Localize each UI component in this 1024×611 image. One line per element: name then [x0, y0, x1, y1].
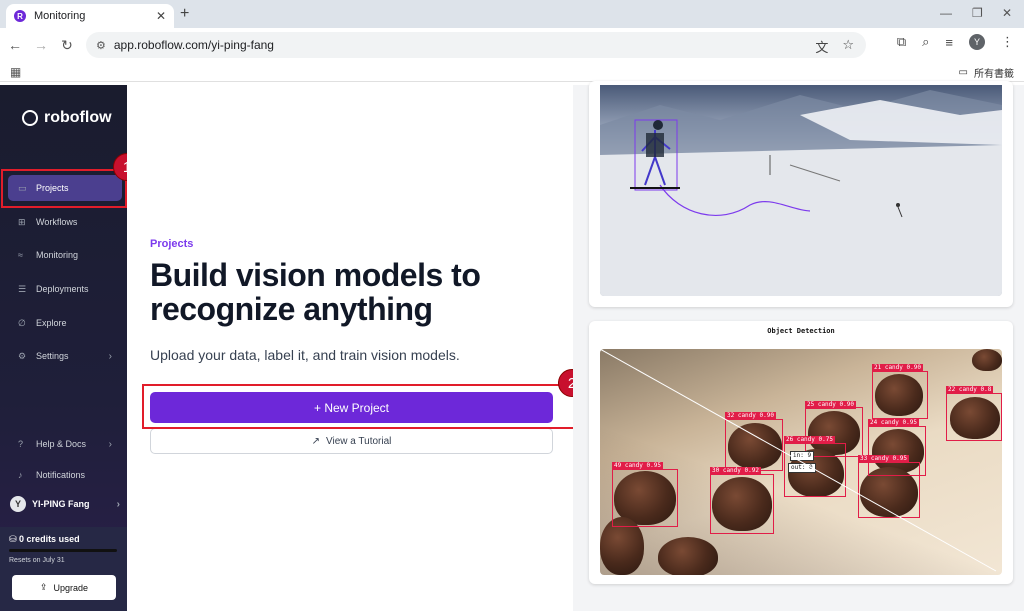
external-link-icon: ↗	[311, 435, 320, 447]
window-close-icon[interactable]: ✕	[1002, 6, 1012, 20]
sidebar-item-workflows[interactable]: ⊞ Workflows	[8, 209, 122, 235]
credits-progress-bar	[9, 549, 117, 552]
compass-icon: ∅	[18, 317, 26, 328]
upgrade-label: Upgrade	[53, 582, 89, 593]
sidebar-item-label: Monitoring	[36, 250, 79, 260]
translate-icon[interactable]: 文	[815, 37, 828, 56]
back-icon[interactable]: ←	[4, 37, 26, 53]
sidebar-item-label: Help & Docs	[36, 439, 87, 449]
browser-tab[interactable]: R Monitoring ✕	[6, 4, 174, 28]
page-title: Build vision models to recognize anythin…	[150, 257, 481, 327]
apps-grid-icon[interactable]: ▦	[10, 65, 21, 79]
chevron-right-icon: ›	[108, 350, 112, 362]
sidebar-item-label: Settings	[36, 351, 69, 361]
roboflow-logo-icon	[22, 110, 38, 126]
address-bar[interactable]: ⚙ app.roboflow.com/yi-ping-fang 文 ☆	[86, 32, 866, 58]
card-title: Object Detection	[767, 327, 835, 335]
lens-icon[interactable]: ⌕	[922, 34, 929, 50]
extensions-icon[interactable]: ⧉	[897, 34, 906, 50]
browser-titlebar: R Monitoring ✕ + — ❐ ✕	[0, 0, 1024, 28]
browser-toolbar: ← → ↻ ⚙ app.roboflow.com/yi-ping-fang 文 …	[0, 28, 1024, 62]
bookmarks-bar: ▦ ▭ 所有書籤	[0, 62, 1024, 82]
brand-name: roboflow	[44, 109, 112, 126]
restore-icon[interactable]: ❐	[972, 6, 983, 20]
ski-scene	[600, 90, 1002, 296]
counting-line	[600, 349, 997, 572]
minimize-icon[interactable]: —	[940, 6, 952, 20]
chart-icon: ≈	[18, 250, 23, 260]
upgrade-button[interactable]: ⇪ Upgrade	[12, 575, 116, 600]
tab-title: Monitoring	[34, 10, 86, 22]
credits-used-text: 0 credits used	[19, 534, 80, 544]
close-icon[interactable]: ✕	[156, 9, 166, 23]
bookmark-star-icon[interactable]: ☆	[842, 37, 854, 56]
preview-panel: Object Detection 21 candy 0.90 22 candy …	[573, 81, 1024, 611]
highlight-projects	[1, 169, 127, 208]
candy-preview-image: 21 candy 0.90 22 candy 0.8 32 candy 0.90…	[600, 349, 1002, 575]
sidebar-item-notifications[interactable]: ♪ Notifications	[8, 462, 122, 488]
bookmark-folder-label: 所有書籤	[974, 69, 1014, 80]
workflow-icon: ⊞	[18, 216, 26, 227]
chevron-right-icon: ›	[116, 498, 120, 510]
chevron-right-icon: ›	[108, 438, 112, 450]
server-icon: ☰	[18, 283, 27, 294]
gear-icon: ⚙	[18, 350, 27, 361]
sidebar-item-help-docs[interactable]: ? Help & Docs ›	[8, 431, 122, 457]
forward-icon[interactable]: →	[30, 37, 52, 53]
highlight-new-project	[142, 384, 575, 429]
roboflow-icon: R	[14, 10, 26, 22]
credits-title: ⛁ 0 credits used	[9, 534, 80, 545]
reload-icon[interactable]: ↻	[56, 37, 78, 54]
sidebar-item-label: Explore	[36, 318, 67, 328]
new-tab-icon[interactable]: +	[180, 5, 189, 23]
avatar: Y	[10, 496, 26, 512]
sidebar-item-monitoring[interactable]: ≈ Monitoring	[8, 242, 122, 268]
profile-avatar[interactable]: Y	[969, 34, 985, 50]
sidebar-item-label: Notifications	[36, 470, 86, 480]
sidebar-item-settings[interactable]: ⚙ Settings ›	[8, 343, 122, 369]
upload-icon: ⇪	[39, 582, 48, 592]
roboflow-logo[interactable]: roboflow	[22, 109, 112, 127]
page-subtitle: Upload your data, label it, and train vi…	[150, 347, 460, 363]
bell-icon: ♪	[18, 470, 23, 480]
sidebar-item-label: Deployments	[36, 284, 89, 294]
credits-reset-text: Resets on July 31	[9, 557, 65, 564]
all-bookmarks-folder[interactable]: ▭ 所有書籤	[959, 65, 1014, 80]
object-detection-card: Object Detection 21 candy 0.90 22 candy …	[589, 321, 1013, 584]
user-name: YI-PING Fang	[32, 499, 90, 509]
menu-icon[interactable]: ⋮	[1001, 34, 1014, 50]
section-eyebrow: Projects	[150, 238, 194, 250]
tutorial-label: View a Tutorial	[325, 435, 392, 447]
site-info-icon[interactable]: ⚙	[96, 39, 106, 52]
sidebar-item-explore[interactable]: ∅ Explore	[8, 310, 122, 336]
ski-preview-image	[600, 85, 1002, 296]
credits-panel: ⛁ 0 credits used Resets on July 31 ⇪ Upg…	[0, 527, 127, 611]
view-tutorial-button[interactable]: ↗ View a Tutorial	[150, 428, 553, 454]
sidebar-item-label: Workflows	[36, 217, 78, 227]
sidebar-item-deployments[interactable]: ☰ Deployments	[8, 276, 122, 302]
help-icon: ?	[18, 439, 24, 449]
url-text: app.roboflow.com/yi-ping-fang	[113, 38, 274, 52]
folder-icon: ▭	[958, 67, 968, 78]
credits-icon: ⛁	[9, 534, 20, 544]
media-icon[interactable]: ≡	[945, 35, 953, 50]
user-menu[interactable]: Y YI-PING Fang ›	[10, 496, 120, 512]
pose-estimation-card	[589, 81, 1013, 307]
sidebar: roboflow ▭ Projects ⊞ Workflows ≈ Monito…	[0, 85, 127, 611]
